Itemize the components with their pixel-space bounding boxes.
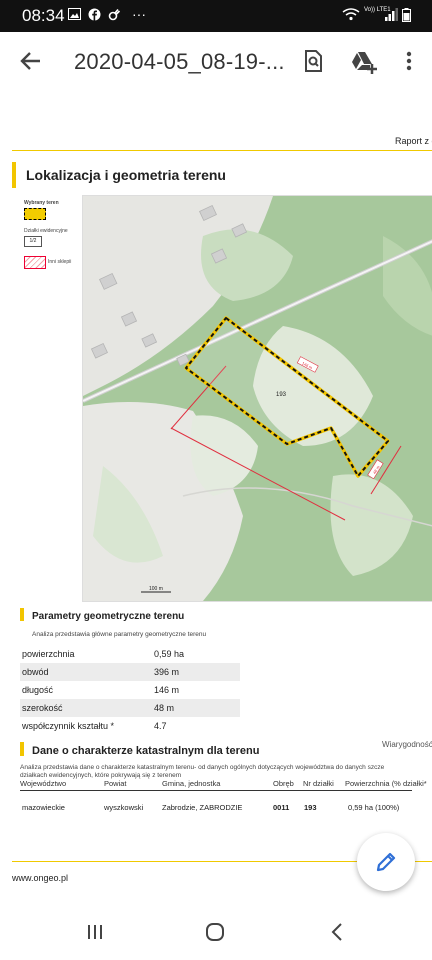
cadastral-marker (20, 742, 24, 756)
cadastral-header-cell: Obręb (273, 779, 294, 788)
legend-label-other: Inni sklepii (48, 259, 72, 265)
document-title: 2020-04-05_08-19-... (74, 49, 285, 74)
cadastral-cell: Zabrodzie, ZABRODZIE (162, 803, 243, 812)
status-bar: 08:34 ··· Vo)) LTE1 (0, 0, 432, 32)
cadastral-cell: wyszkowski (104, 803, 144, 812)
search-document-button[interactable] (296, 44, 330, 78)
edit-button[interactable] (357, 833, 415, 891)
param-value: 4.7 (154, 721, 167, 731)
legend-parcel-swatch: 1/2 (24, 236, 42, 247)
param-key: współczynnik kształtu * (22, 721, 115, 731)
param-row: szerokość 48 m (20, 699, 240, 717)
save-to-drive-button[interactable] (346, 44, 380, 78)
map-scale-label: 100 m (149, 586, 163, 592)
back-button[interactable] (16, 46, 46, 76)
section-marker (12, 162, 16, 188)
drive-add-icon (352, 52, 377, 74)
legend-selected-swatch (24, 208, 46, 220)
system-back-button[interactable] (322, 920, 352, 944)
cadastral-header-cell: Województwo (20, 779, 67, 788)
cadastral-title: Dane o charakterze katastralnym dla tere… (32, 745, 260, 757)
battery-icon (402, 8, 411, 25)
params-description: Analiza przedstawia główne parametry geo… (32, 631, 207, 638)
facebook-notification-icon (88, 8, 101, 24)
status-time: 08:34 (22, 6, 65, 25)
app-notification-icon (108, 8, 121, 24)
system-navigation-bar (0, 900, 432, 960)
more-options-button[interactable] (392, 44, 426, 78)
param-key: powierzchnia (22, 649, 75, 659)
params-marker (20, 608, 24, 621)
gallery-notification-icon (68, 8, 81, 23)
param-value: 48 m (154, 703, 175, 713)
report-header: Raport z d (395, 136, 432, 146)
param-value: 0,59 ha (154, 649, 185, 659)
document-page: Raport z d Lokalizacja i geometria teren… (0, 90, 432, 900)
recent-apps-icon (88, 925, 102, 939)
back-arrow-icon (20, 52, 40, 70)
param-row: powierzchnia 0,59 ha (20, 645, 240, 663)
app-bar: 2020-04-05_08-19-... (0, 32, 432, 90)
legend-label-selected: Wybrany teren (24, 200, 59, 206)
param-row: obwód 396 m (20, 663, 240, 681)
cadastral-cell: 193 (304, 803, 317, 812)
cadastral-header-cell: Powierzchnia (% działki* (345, 779, 427, 788)
cadastral-cell: mazowieckie (22, 803, 65, 812)
header-divider (12, 150, 432, 151)
parcel-number-label: 193 (276, 392, 287, 398)
param-row: współczynnik kształtu * 4.7 (20, 717, 240, 735)
param-value: 396 m (154, 667, 180, 677)
param-key: szerokość (22, 703, 63, 713)
legend-label-parcels: Działki ewidencyjne (24, 228, 68, 234)
legend-other-swatch (24, 256, 46, 269)
reliability-label: Wiarygodność (382, 740, 432, 749)
cadastral-cell: 0011 (273, 803, 290, 812)
param-row: długość 146 m (20, 681, 240, 699)
chevron-left-icon (331, 923, 342, 941)
recent-apps-button[interactable] (80, 920, 110, 944)
cadastral-description-1: Analiza przedstawia dane o charakterze k… (20, 764, 385, 771)
param-value: 146 m (154, 685, 180, 695)
map-view[interactable]: 146 m 48 m 193 100 m (82, 195, 432, 602)
more-notifications-icon: ··· (132, 6, 146, 22)
wifi-icon (342, 8, 360, 24)
pencil-icon (376, 852, 396, 872)
cadastral-header-divider (20, 790, 412, 791)
cadastral-header-cell: Gmina, jednostka (162, 779, 221, 788)
signal-icon (385, 8, 399, 24)
param-key: długość (22, 685, 54, 695)
section-title-location: Lokalizacja i geometria terenu (26, 167, 226, 183)
home-button[interactable] (200, 920, 230, 944)
home-icon (206, 923, 224, 941)
params-title: Parametry geometryczne terenu (32, 611, 185, 622)
cadastral-cell: 0,59 ha (100%) (348, 803, 400, 812)
param-key: obwód (22, 667, 49, 677)
search-document-icon (305, 50, 322, 72)
cadastral-header-cell: Powiat (104, 779, 127, 788)
footer-url: www.ongeo.pl (12, 873, 69, 883)
cadastral-header-cell: Nr działki (303, 779, 334, 788)
cadastral-description-2: działkach ewidencyjnych, które pokrywają… (20, 772, 182, 779)
more-vert-icon (406, 51, 412, 71)
map-canvas: 146 m 48 m 193 100 m (83, 196, 432, 601)
